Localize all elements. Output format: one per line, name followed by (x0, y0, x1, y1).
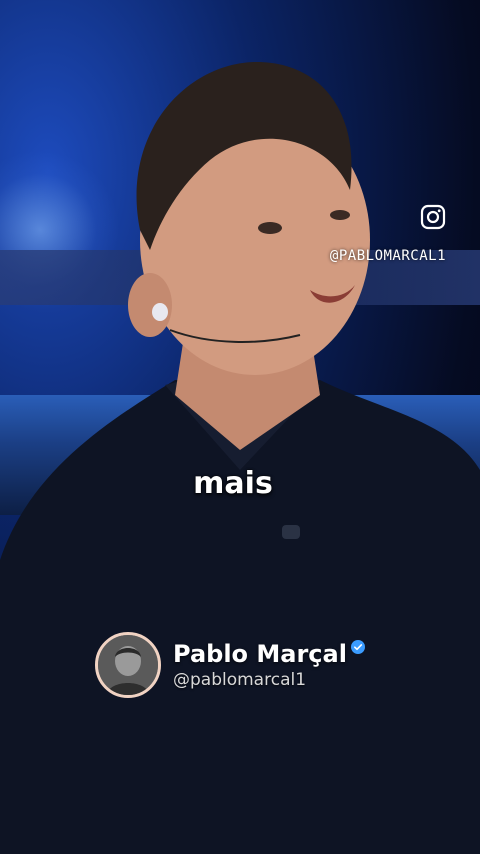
verified-badge-icon (350, 640, 365, 654)
avatar-photo (98, 635, 158, 695)
subtitle-caption: mais (193, 466, 273, 501)
profile-name: Pablo Marçal (173, 640, 347, 668)
profile-handle: @pablomarcal1 (173, 670, 307, 690)
name-row: Pablo Marçal (173, 640, 365, 668)
profile-card[interactable]: Pablo Marçal @pablomarcal1 (95, 632, 365, 698)
video-frame[interactable]: @PABLOMARCAL1 mais Pablo Marçal @pabloma… (0, 0, 480, 854)
instagram-handle-overlay: @PABLOMARCAL1 (329, 248, 446, 264)
avatar[interactable] (95, 632, 161, 698)
speaker-figure (0, 61, 480, 854)
instagram-icon[interactable] (420, 204, 446, 230)
profile-text: Pablo Marçal @pablomarcal1 (173, 640, 365, 690)
